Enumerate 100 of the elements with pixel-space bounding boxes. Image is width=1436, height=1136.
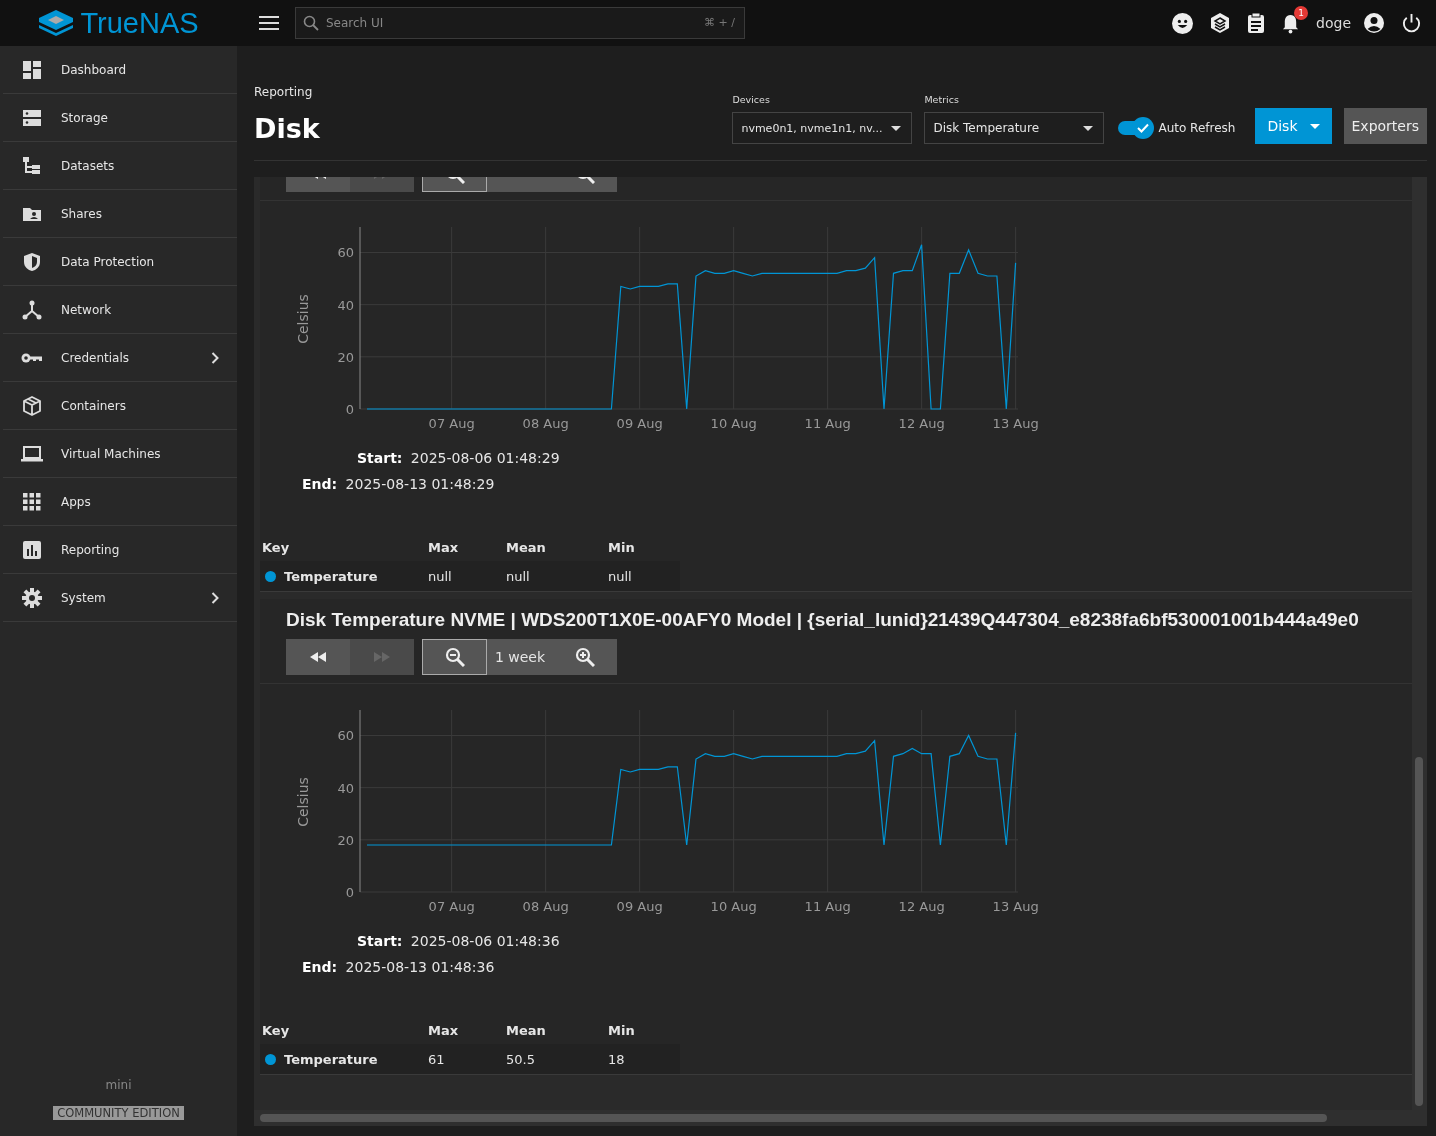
x-tick-label: 13 Aug (992, 416, 1039, 431)
fast-forward-icon (374, 652, 390, 662)
page-title: Disk (254, 113, 320, 144)
y-axis-title: Celsius (295, 777, 311, 827)
legend-header: Max (427, 1022, 460, 1038)
series-name: Temperature (284, 568, 378, 584)
sidebar-item[interactable]: Data Protection (3, 238, 237, 286)
metrics-label: Metrics (924, 94, 960, 105)
bar-chart-icon (22, 539, 42, 560)
exporters-button[interactable]: Exporters (1343, 108, 1427, 144)
x-tick-label: 08 Aug (522, 416, 569, 431)
metrics-select[interactable]: Disk Temperature (924, 112, 1105, 144)
account-icon[interactable] (1363, 12, 1385, 34)
legend-header: Min (607, 539, 636, 555)
shield-icon (22, 251, 42, 272)
rewind-icon (310, 652, 326, 662)
x-tick-label: 08 Aug (522, 899, 569, 914)
x-tick-label: 10 Aug (710, 899, 757, 914)
x-tick-label: 09 Aug (616, 899, 663, 914)
edition-label: COMMUNITY EDITION (53, 1106, 184, 1120)
y-tick-label: 60 (337, 245, 354, 261)
sidebar-item[interactable]: Dashboard (3, 46, 237, 94)
y-tick-label: 0 (345, 885, 354, 900)
y-tick-label: 40 (337, 297, 354, 313)
series-name: Temperature (284, 1051, 378, 1067)
legend-cell-text: 61 (427, 1051, 446, 1067)
legend-header: Key (261, 539, 291, 555)
legend-cell-text: 18 (607, 1051, 626, 1067)
sidebar-item[interactable]: Storage (3, 94, 237, 142)
sidebar-item[interactable]: Apps (3, 478, 237, 526)
search-icon (303, 15, 319, 31)
range-label: 1 week (493, 648, 547, 667)
sidebar-item[interactable]: Virtual Machines (3, 430, 237, 478)
laptop-icon (21, 444, 43, 463)
power-icon[interactable] (1401, 12, 1422, 34)
hostname: mini (105, 1078, 132, 1092)
network-icon (22, 299, 42, 320)
sidebar-item[interactable]: Datasets (3, 142, 237, 190)
y-tick-label: 60 (337, 728, 354, 744)
menu-icon[interactable] (259, 15, 279, 31)
caret-icon (1309, 123, 1320, 129)
x-tick-label: 07 Aug (428, 416, 475, 431)
zoom-out-icon (444, 647, 465, 667)
dropdown-arrow-icon (891, 125, 902, 131)
logo-icon (38, 9, 75, 37)
legend-header: Min (607, 1022, 636, 1038)
y-tick-label: 40 (337, 780, 354, 796)
start-time: Start: 2025-08-06 01:48:36 (357, 933, 560, 949)
clipboard-icon[interactable] (1247, 12, 1266, 34)
chart-title: Disk Temperature NVME | WDS200T1X0E-00AFY0 Model | {serial_lunid}21439Q447304_e8238fa6bf530001001b444a49e0 (285, 608, 1360, 631)
legend-header: Mean (505, 539, 547, 555)
x-tick-label: 11 Aug (804, 416, 851, 431)
y-axis-title: Celsius (295, 294, 311, 344)
devices-label: Devices (732, 94, 771, 105)
sidebar-item[interactable]: System (3, 574, 237, 622)
vertical-scrollbar[interactable] (1412, 177, 1427, 1110)
sidebar-item[interactable]: Credentials (3, 334, 237, 382)
tree-icon (22, 155, 42, 176)
sidebar-item[interactable]: Containers (3, 382, 237, 430)
auto-refresh-label: Auto Refresh (1158, 121, 1236, 135)
x-tick-label: 07 Aug (428, 899, 475, 914)
legend-cell-text: 50.5 (505, 1051, 536, 1067)
legend-header: Max (427, 539, 460, 555)
devices-select[interactable]: nvme0n1, nvme1n1, nv... (732, 112, 913, 144)
storage-icon (22, 107, 42, 128)
check-icon (1137, 123, 1150, 133)
layers-icon[interactable] (1209, 12, 1232, 34)
legend-header: Mean (505, 1022, 547, 1038)
sidebar-item[interactable]: Shares (3, 190, 237, 238)
x-tick-label: 11 Aug (804, 899, 851, 914)
end-time: End: 2025-08-13 01:48:36 (302, 959, 495, 975)
x-tick-label: 13 Aug (992, 899, 1039, 914)
logo-text: TrueNAS (80, 6, 199, 40)
dashboard-icon (22, 59, 42, 80)
end-time: End: 2025-08-13 01:48:29 (302, 476, 495, 492)
shortcut-hint: ⌘ + / (704, 16, 735, 29)
x-tick-label: 10 Aug (710, 416, 757, 431)
dropdown-arrow-icon (1083, 125, 1094, 131)
y-tick-label: 0 (345, 402, 354, 417)
x-tick-label: 12 Aug (898, 899, 945, 914)
username[interactable]: doge (1316, 15, 1351, 31)
horizontal-scrollbar[interactable] (254, 1110, 1427, 1126)
x-tick-label: 12 Aug (898, 416, 945, 431)
legend-cell-text: null (607, 568, 633, 584)
cube-icon (22, 395, 42, 416)
grid-icon (23, 492, 41, 511)
legend-header: Key (261, 1022, 291, 1038)
smiley-icon[interactable] (1172, 12, 1194, 34)
notification-badge: 1 (1294, 5, 1309, 20)
start-time: Start: 2025-08-06 01:48:29 (357, 450, 560, 466)
breadcrumb[interactable]: Reporting (254, 85, 320, 99)
settings-icon (22, 587, 42, 608)
y-tick-label: 20 (337, 349, 354, 365)
legend-cell-text: null (427, 568, 453, 584)
sidebar-item[interactable]: Reporting (3, 526, 237, 574)
zoom-in-icon (575, 647, 595, 667)
sidebar-item[interactable]: Network (3, 286, 237, 334)
x-tick-label: 09 Aug (616, 416, 663, 431)
legend-cell-text: null (505, 568, 531, 584)
y-tick-label: 20 (337, 832, 354, 848)
